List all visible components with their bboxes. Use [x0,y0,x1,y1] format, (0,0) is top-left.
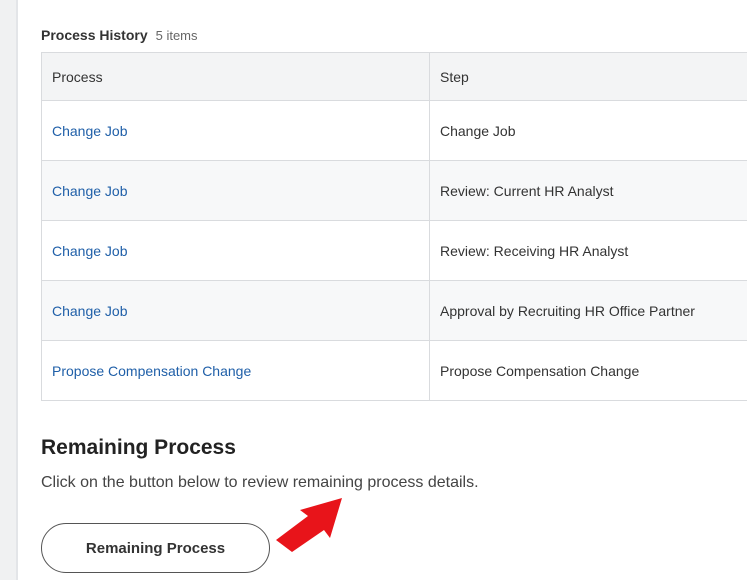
process-link[interactable]: Change Job [52,123,128,139]
step-cell: Review: Receiving HR Analyst [429,220,747,281]
column-header-process[interactable]: Process [41,52,430,101]
table-row: Change Job Review: Receiving HR Analyst [41,220,747,281]
process-history-header: Process History 5 items [41,27,198,43]
process-panel: Process History 5 items Process Step Cha… [18,0,747,580]
process-cell: Change Job [41,100,430,161]
process-link[interactable]: Change Job [52,303,128,319]
step-cell: Change Job [429,100,747,161]
remaining-process-description: Click on the button below to review rema… [41,474,479,491]
left-sidebar-strip [0,0,16,580]
process-cell: Propose Compensation Change [41,340,430,401]
process-history-count: 5 items [155,28,198,43]
table-header-row: Process Step [41,52,747,101]
step-cell: Review: Current HR Analyst [429,160,747,221]
process-cell: Change Job [41,160,430,221]
process-cell: Change Job [41,220,430,281]
table-row: Change Job Review: Current HR Analyst [41,160,747,221]
table-row: Change Job Approval by Recruiting HR Off… [41,280,747,341]
remaining-process-button[interactable]: Remaining Process [41,523,270,573]
table-row: Propose Compensation Change Propose Comp… [41,340,747,401]
step-cell: Propose Compensation Change [429,340,747,401]
process-history-title: Process History [41,27,148,43]
remaining-process-heading: Remaining Process [41,436,236,459]
process-history-table: Process Step Change Job Change Job Chang… [41,52,747,401]
process-cell: Change Job [41,280,430,341]
process-link[interactable]: Change Job [52,183,128,199]
column-header-step[interactable]: Step [429,52,747,101]
table-row: Change Job Change Job [41,100,747,161]
red-arrow-icon [276,498,342,552]
process-link[interactable]: Propose Compensation Change [52,363,251,379]
process-link[interactable]: Change Job [52,243,128,259]
step-cell: Approval by Recruiting HR Office Partner [429,280,747,341]
